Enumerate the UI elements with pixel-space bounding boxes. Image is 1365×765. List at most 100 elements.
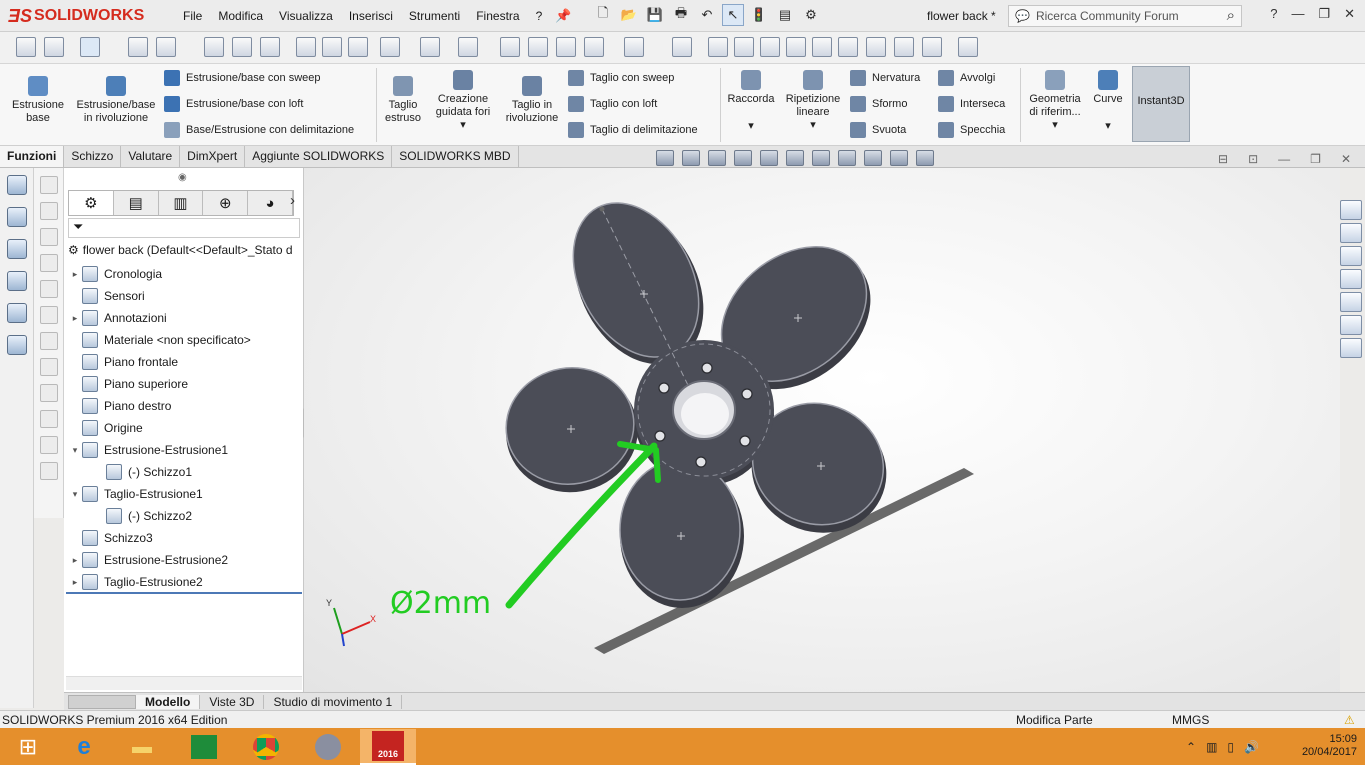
rebuild-arrow-icon[interactable] [528,37,548,57]
internet-explorer-icon[interactable]: e [56,729,112,765]
collapse-right-icon[interactable]: ⊡ [1248,152,1258,166]
minimize-button[interactable]: — [1291,6,1304,22]
menu-modifica[interactable]: Modifica [210,9,271,23]
zoom-icon[interactable] [348,37,368,57]
bottom-view-icon[interactable] [838,37,858,57]
clock[interactable]: 15:09 20/04/2017 [1302,733,1357,759]
graphics-area[interactable]: Ø2mm Y X [304,168,1340,692]
select-icon[interactable]: ↖ [722,4,744,26]
help-icon[interactable]: ? [1270,6,1277,22]
view-orientation-icon[interactable] [786,150,804,166]
search-icon[interactable]: ⌕ [1227,7,1235,24]
tab-viste-3d[interactable]: Viste 3D [200,694,265,709]
solidworks-logo[interactable]: ƎS SOLIDWORKS [8,5,144,27]
appearances-icon[interactable] [1340,292,1362,312]
select-tool-icon[interactable] [80,37,100,57]
file-properties-icon[interactable]: ▤ [774,4,796,26]
show-hidden-icons-chevron-icon[interactable]: ⌃ [1186,740,1196,754]
mirror-button[interactable]: Specchia [938,122,1005,138]
fillet-dropdown-icon[interactable]: ▾ [724,120,778,133]
tree-node-origine[interactable]: Origine [68,417,143,439]
tree-node-piano-destro[interactable]: Piano destro [68,395,171,417]
intersect-button[interactable]: Interseca [938,96,1005,112]
store-icon[interactable] [176,729,232,765]
close-button[interactable]: ✕ [1344,6,1355,22]
tree-node-schizzo2[interactable]: (-) Schizzo2 [92,505,192,527]
shell-button[interactable]: Svuota [850,122,906,138]
cube-gray-icon[interactable] [39,306,58,324]
menu-strumenti[interactable]: Strumenti [401,9,468,23]
rib-button[interactable]: Nervatura [850,70,920,86]
tab-studio-movimento[interactable]: Studio di movimento 1 [264,694,403,709]
previous-view-icon[interactable] [708,150,726,166]
boundary-cut-button[interactable]: Taglio di delimitazione [568,122,698,138]
sketch-bracket-icon[interactable] [39,358,58,376]
zoom-to-fit-icon[interactable] [656,150,674,166]
viewport-minimize-button[interactable]: — [1278,152,1290,166]
sketch-bracket-icon[interactable] [39,384,58,402]
pattern-dropdown-icon[interactable]: ▾ [780,119,846,132]
trimetric-view-icon[interactable] [894,37,914,57]
pin-icon[interactable]: 📌 [555,8,571,23]
zoom-area-icon[interactable] [232,37,252,57]
cube-gray-icon[interactable] [39,254,58,272]
tab-valutare[interactable]: Valutare [121,146,181,167]
windows-start-icon[interactable]: ⊞ [0,729,56,765]
new-document-icon[interactable]: 🗋 [592,4,614,26]
iso-view-icon[interactable] [866,37,886,57]
battery-icon[interactable]: ▯ [1227,740,1234,754]
hide-show-items-icon[interactable] [838,150,856,166]
hide-show-icon[interactable] [458,37,478,57]
tab-mbd[interactable]: SOLIDWORKS MBD [392,146,519,167]
top-view-icon[interactable] [812,37,832,57]
estrusione-rivoluzione-button[interactable]: Estrusione/base in rivoluzione [72,76,160,125]
tree-node-piano-frontale[interactable]: Piano frontale [68,351,178,373]
front-view-icon[interactable] [708,37,728,57]
menu-visualizza[interactable]: Visualizza [271,9,341,23]
back-view-icon[interactable] [734,37,754,57]
print-icon[interactable]: 🖶 [670,4,692,26]
boundary-boss-button[interactable]: Base/Estrusione con delimitazione [164,122,354,138]
tree-node-estrusione2[interactable]: ▸ Estrusione-Estrusione2 [68,549,228,571]
undo-icon[interactable]: ↶ [696,4,718,26]
file-explorer-icon[interactable] [1340,246,1362,266]
left-view-icon[interactable] [760,37,780,57]
tab-funzioni[interactable]: Funzioni [0,146,65,167]
section-icon[interactable] [296,37,316,57]
tree-node-taglio1[interactable]: ▾ Taglio-Estrusione1 [68,483,203,505]
menu-file[interactable]: File [175,9,210,23]
units-text[interactable]: MMGS [1172,713,1209,727]
filter-icon[interactable]: ⏷ [68,218,300,238]
helix-tool-icon[interactable] [6,335,27,355]
tree-node-schizzo3[interactable]: Schizzo3 [68,527,153,549]
zoom-to-area-icon[interactable] [682,150,700,166]
file-explorer-taskbar-icon[interactable]: ▬ [114,729,170,765]
extrude-tool-icon[interactable] [6,207,27,227]
geometry-dropdown-icon[interactable]: ▾ [1024,119,1086,132]
tree-horizontal-scrollbar[interactable] [66,676,302,690]
restore-button[interactable]: ❐ [1318,6,1330,22]
dimetric-view-icon[interactable] [922,37,942,57]
more-tabs-chevron-icon[interactable]: › [290,192,295,209]
volume-icon[interactable]: 🔊 [1244,740,1259,754]
expand-arrow-icon[interactable]: ▸ [68,269,82,280]
tree-root-part[interactable]: ⚙ flower back (Default<<Default>_Stato d [68,243,302,257]
apply-scene-icon[interactable] [890,150,908,166]
rollback-bar[interactable] [66,592,302,594]
tab-modello[interactable]: Modello [136,694,201,709]
expand-arrow-icon[interactable]: ▸ [68,555,82,566]
tree-node-schizzo1[interactable]: (-) Schizzo1 [92,461,192,483]
taglio-estruso-button[interactable]: Taglio estruso [380,76,426,125]
zoom-fit-icon[interactable] [204,37,224,57]
tree-node-taglio2[interactable]: ▸ Taglio-Estrusione2 [68,571,203,593]
tree-node-piano-superiore[interactable]: Piano superiore [68,373,188,395]
display-manager-tab-icon[interactable]: ◕ [248,191,293,215]
tab-dimxpert[interactable]: DimXpert [180,146,246,167]
tab-schizzo[interactable]: Schizzo [64,146,122,167]
collapse-arrow-icon[interactable]: ▾ [68,445,82,456]
cube-gray-icon[interactable] [39,202,58,220]
rebuild-icon[interactable]: 🚦 [748,4,770,26]
draft-button[interactable]: Sformo [850,96,907,112]
cube-gray-icon[interactable] [39,228,58,246]
user-app-icon[interactable] [300,729,356,765]
